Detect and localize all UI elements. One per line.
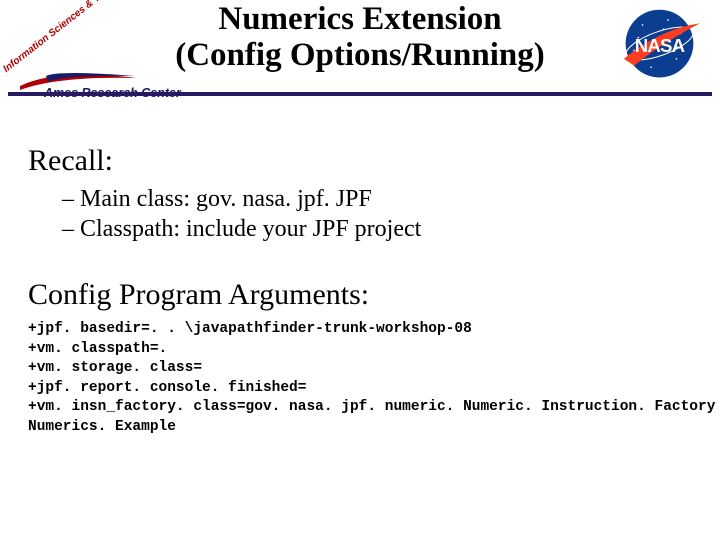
header: Information Sciences & Technology Ames R…: [0, 0, 720, 108]
config-line: +vm. storage. class=: [28, 360, 202, 376]
nasa-logo-icon: NASA: [617, 8, 702, 80]
title-line-2: (Config Options/Running): [120, 38, 600, 74]
recall-item-text: Classpath: include your JPF project: [80, 216, 421, 242]
title-line-1: Numerics Extension: [120, 2, 600, 38]
config-heading: Config Program Arguments:: [28, 278, 692, 312]
ames-research-center-logo: Information Sciences & Technology Ames R…: [4, 6, 134, 100]
config-line: +jpf. report. console. finished=: [28, 380, 306, 396]
slide-body: Recall: –Main class: gov. nasa. jpf. JPF…: [0, 108, 720, 437]
recall-item: –Classpath: include your JPF project: [62, 214, 692, 244]
slide: Information Sciences & Technology Ames R…: [0, 0, 720, 540]
header-divider: [8, 92, 712, 96]
config-line: +vm. classpath=.: [28, 341, 167, 357]
recall-item: –Main class: gov. nasa. jpf. JPF: [62, 184, 692, 214]
config-line: +jpf. basedir=. . \javapathfinder-trunk-…: [28, 321, 472, 337]
slide-title: Numerics Extension (Config Options/Runni…: [120, 2, 600, 73]
nasa-wordmark: NASA: [635, 35, 685, 56]
config-line: Numerics. Example: [28, 419, 176, 435]
config-line: +vm. insn_factory. class=gov. nasa. jpf.…: [28, 399, 715, 415]
config-arguments-block: +jpf. basedir=. . \javapathfinder-trunk-…: [28, 320, 692, 437]
recall-heading: Recall:: [28, 144, 692, 178]
recall-item-text: Main class: gov. nasa. jpf. JPF: [80, 186, 372, 212]
